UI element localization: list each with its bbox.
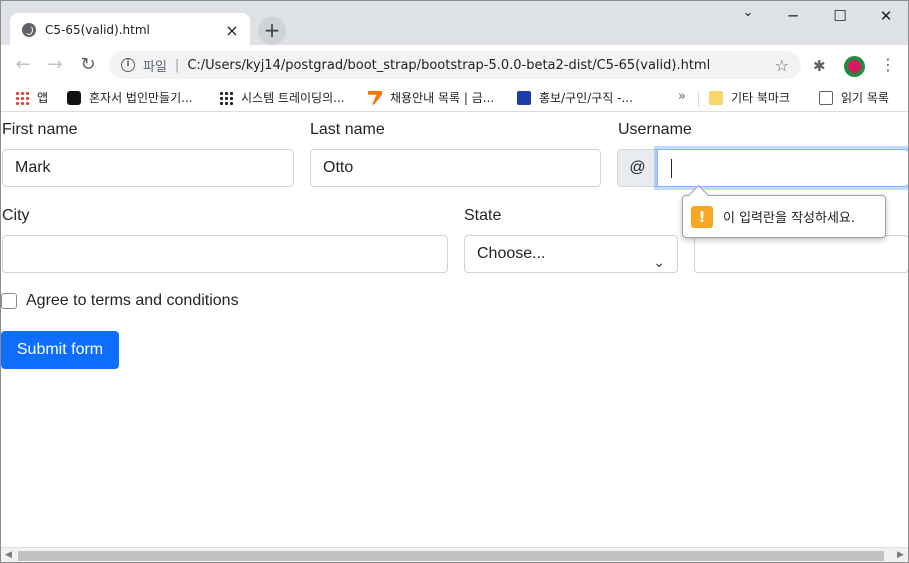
bookmark-other[interactable]: 기타 북마크 (709, 89, 790, 106)
scheme-label: 파일 (143, 59, 167, 75)
file-globe-icon (22, 23, 36, 37)
zip-input[interactable] (694, 235, 908, 273)
state-label: State (464, 207, 502, 224)
url-text[interactable]: C:/Users/kyj14/postgrad/boot_strap/boots… (187, 58, 774, 73)
blue-logo-icon (517, 90, 531, 105)
close-window-button[interactable]: ✕ (876, 7, 896, 25)
bookmark-label: 홍보/구인/구직 -... (539, 91, 633, 105)
bookmark-item[interactable]: 시스템 트레이딩의... (219, 89, 345, 106)
chevron-down-icon: ⌄ (653, 254, 665, 270)
first-name-input[interactable]: Mark (2, 149, 294, 187)
profile-avatar[interactable] (844, 56, 865, 77)
bookmarks-overflow-icon[interactable]: » (678, 89, 686, 104)
city-input[interactable] (2, 235, 448, 273)
bookmark-label: 기타 북마크 (731, 91, 791, 105)
validation-message: 이 입력란을 작성하세요. (723, 211, 855, 226)
scroll-right-icon[interactable]: ▶ (897, 550, 904, 560)
agree-checkbox[interactable] (1, 293, 17, 309)
state-select[interactable]: Choose... ⌄ (464, 235, 678, 273)
page-content: First name Mark Last name Otto Username … (1, 113, 908, 547)
tab-search-chevron-icon[interactable]: ⌄ (738, 5, 758, 20)
bookmarks-divider (698, 91, 699, 107)
new-tab-button[interactable]: + (258, 17, 286, 45)
username-input[interactable] (657, 149, 908, 187)
reload-button[interactable]: ↻ (77, 54, 99, 76)
browser-menu-icon[interactable]: ⋮ (880, 55, 896, 74)
bookmark-label: 혼자서 법인만들기... (89, 91, 193, 105)
first-name-label: First name (2, 121, 78, 138)
bookmark-label: 읽기 목록 (841, 91, 889, 105)
submit-button[interactable]: Submit form (1, 331, 119, 369)
bookmark-apps[interactable]: 앱 (15, 89, 48, 106)
city-label: City (2, 207, 30, 224)
tab-active[interactable]: C5-65(valid).html × (10, 13, 250, 47)
last-name-input[interactable]: Otto (310, 149, 601, 187)
validation-tooltip: ! 이 입력란을 작성하세요. (682, 195, 886, 238)
browser-window: C5-65(valid).html × + ⌄ ─ ☐ ✕ ← → ↻ i 파일… (0, 0, 909, 563)
warning-icon: ! (691, 205, 713, 228)
scrollbar-thumb[interactable] (18, 551, 884, 561)
browser-toolbar: ← → ↻ i 파일 | C:/Users/kyj14/postgrad/boo… (1, 45, 908, 85)
tab-strip: C5-65(valid).html × + ⌄ ─ ☐ ✕ (1, 1, 908, 47)
bookmark-label: 앱 (37, 91, 49, 105)
apps-grid-icon (15, 90, 29, 105)
bookmark-label: 채용안내 목록 | 금... (390, 91, 495, 105)
site-info-icon[interactable]: i (121, 58, 135, 72)
bookmarks-bar: 앱 혼자서 법인만들기... 시스템 트레이딩의... 채용안내 목록 | 금.… (1, 85, 908, 112)
dark-logo-icon (67, 90, 81, 105)
reading-list-icon (819, 90, 833, 105)
bookmark-item[interactable]: 혼자서 법인만들기... (67, 89, 193, 106)
bookmark-star-icon[interactable]: ☆ (775, 56, 789, 75)
extensions-puzzle-icon[interactable]: ✱ (813, 57, 826, 75)
text-caret (671, 159, 672, 178)
minimize-button[interactable]: ─ (783, 7, 803, 25)
bookmark-item[interactable]: 채용안내 목록 | 금... (368, 89, 494, 106)
username-label: Username (618, 121, 692, 138)
folder-icon (709, 90, 723, 105)
dots-logo-icon (219, 90, 233, 105)
bookmark-label: 시스템 트레이딩의... (241, 91, 345, 105)
horizontal-scrollbar[interactable]: ◀ ▶ (1, 547, 908, 562)
bookmark-item[interactable]: 홍보/구인/구직 -... (517, 89, 633, 106)
agree-label[interactable]: Agree to terms and conditions (26, 292, 239, 310)
maximize-button[interactable]: ☐ (830, 7, 850, 25)
tab-close-icon[interactable]: × (224, 21, 240, 40)
orange-logo-icon (368, 90, 382, 105)
url-separator: | (174, 57, 180, 73)
username-at-addon: @ (617, 149, 658, 187)
address-bar[interactable]: i 파일 | C:/Users/kyj14/postgrad/boot_stra… (109, 51, 801, 79)
state-selected-value: Choose... (477, 245, 546, 262)
last-name-label: Last name (310, 121, 385, 138)
tab-title: C5-65(valid).html (45, 23, 150, 37)
scroll-left-icon[interactable]: ◀ (5, 550, 12, 560)
bookmark-reading-list[interactable]: 읽기 목록 (819, 89, 889, 106)
back-button[interactable]: ← (12, 54, 34, 76)
forward-button[interactable]: → (44, 54, 66, 76)
